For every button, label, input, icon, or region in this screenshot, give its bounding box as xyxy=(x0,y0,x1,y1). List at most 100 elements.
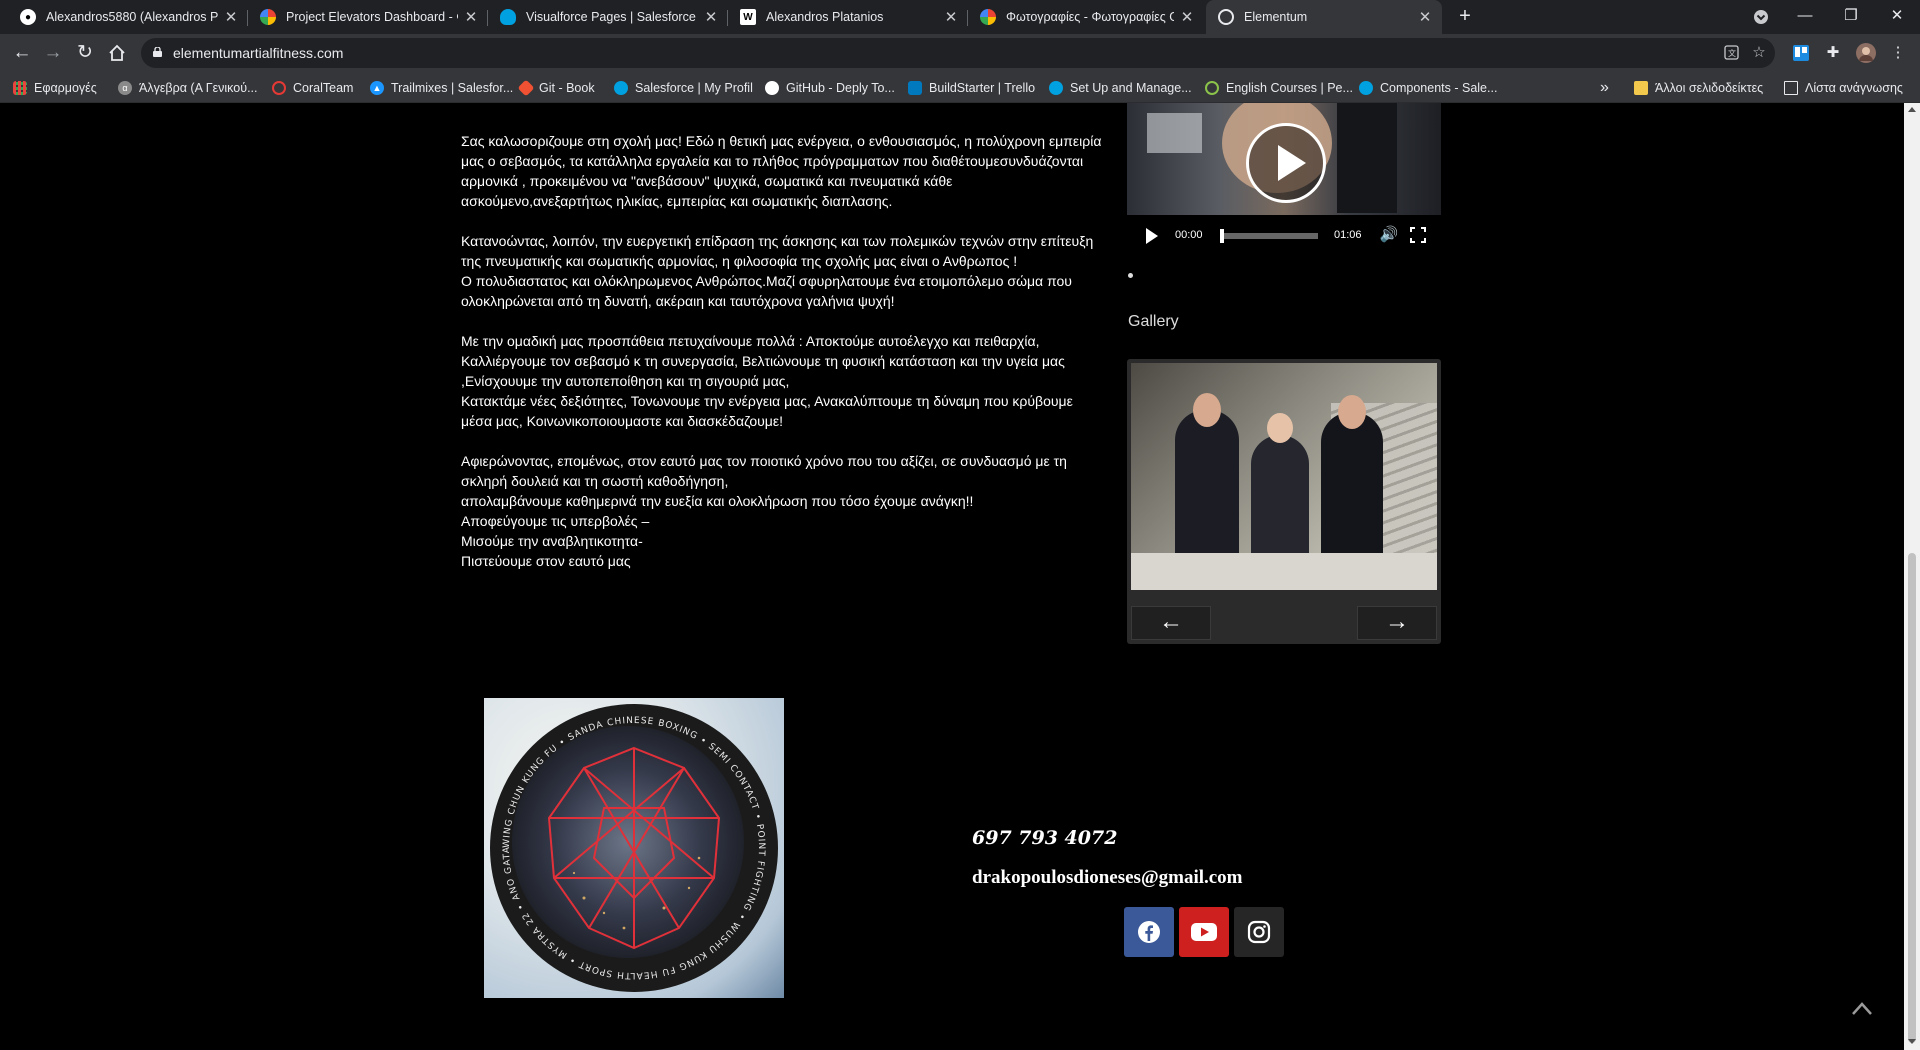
reading-list-icon xyxy=(1784,81,1798,95)
other-bookmarks-folder[interactable]: Άλλοι σελιδοδείκτες xyxy=(1634,78,1763,98)
bookmark-label: Άλγεβρα (Α Γενικού... xyxy=(139,81,258,95)
youtube-icon xyxy=(1191,923,1217,941)
seek-handle[interactable] xyxy=(1220,229,1224,243)
intro-paragraph: Με την ομαδική μας προσπάθεια πετυχαίνου… xyxy=(461,333,1073,429)
list-bullet xyxy=(1128,273,1133,278)
close-tab-icon[interactable]: ✕ xyxy=(944,8,958,26)
video-controls: 00:00 01:06 🔊 xyxy=(1127,215,1441,255)
salesforce-icon xyxy=(1359,81,1373,95)
more-bookmarks-chevron-icon[interactable]: » xyxy=(1600,78,1609,98)
google-photos-icon xyxy=(980,9,996,25)
apps-icon xyxy=(13,81,27,95)
bookmark-label: GitHub - Deply To... xyxy=(786,81,895,95)
site-icon: α xyxy=(118,81,132,95)
reading-list[interactable]: Λίστα ανάγνωσης xyxy=(1784,78,1903,98)
tab-title: Visualforce Pages | Salesforce xyxy=(526,10,696,24)
video-player[interactable]: 00:00 01:06 🔊 xyxy=(1127,103,1441,255)
tab-alexandros-platanios[interactable]: W Alexandros Platanios ✕ xyxy=(728,0,968,34)
fullscreen-icon[interactable] xyxy=(1409,226,1427,244)
minimize-icon[interactable]: — xyxy=(1782,0,1828,34)
person-figure xyxy=(1321,412,1383,560)
forward-icon[interactable]: → xyxy=(41,41,65,65)
bookmarks-bar: Εφαρμογές α Άλγεβρα (Α Γενικού... CoralT… xyxy=(0,72,1920,103)
reload-icon[interactable]: ↻ xyxy=(73,41,97,65)
wikipedia-icon: W xyxy=(740,9,756,25)
bookmark-label: Salesforce | My Profil xyxy=(635,81,753,95)
close-tab-icon[interactable]: ✕ xyxy=(224,8,238,26)
intro-paragraph: Σας καλωσοριζουμε στη σχολή μας! Εδώ η θ… xyxy=(461,133,1102,209)
salesforce-icon xyxy=(614,81,628,95)
tab-title: Φωτογραφίες - Φωτογραφίες G xyxy=(1006,10,1174,24)
contact-phone[interactable]: 697 793 4072 xyxy=(972,827,1117,849)
bookmark-setup-manage[interactable]: Set Up and Manage... xyxy=(1049,78,1192,98)
gallery-photo xyxy=(1131,363,1437,590)
salesforce-icon xyxy=(500,9,516,25)
close-tab-icon[interactable]: ✕ xyxy=(1418,8,1432,26)
scroll-down-arrow-icon[interactable] xyxy=(1908,1039,1916,1044)
url-text: elementumartialfitness.com xyxy=(173,45,344,61)
volume-icon[interactable]: 🔊 xyxy=(1379,225,1399,245)
folder-icon xyxy=(1634,81,1648,95)
current-time: 00:00 xyxy=(1175,229,1203,241)
instagram-button[interactable] xyxy=(1234,907,1284,957)
close-window-icon[interactable]: ✕ xyxy=(1874,0,1920,34)
bookmark-salesforce-profile[interactable]: Salesforce | My Profil xyxy=(614,78,753,98)
bookmark-label: Set Up and Manage... xyxy=(1070,81,1192,95)
bookmark-trailmixes[interactable]: ▲ Trailmixes | Salesfor... xyxy=(370,78,513,98)
close-tab-icon[interactable]: ✕ xyxy=(464,8,478,26)
bookmark-coralteam[interactable]: CoralTeam xyxy=(272,78,353,98)
browser-toolbar: ← → ↻ elementumartialfitness.com 文 ☆ ✚ ⋮ xyxy=(0,34,1920,72)
seek-bar[interactable] xyxy=(1220,233,1318,239)
page-scrollbar[interactable] xyxy=(1904,103,1920,1050)
new-tab-button[interactable]: + xyxy=(1454,6,1476,28)
play-overlay-icon[interactable] xyxy=(1246,123,1326,203)
bookmark-apps[interactable]: Εφαρμογές xyxy=(13,78,97,98)
scroll-up-arrow-icon[interactable] xyxy=(1908,107,1916,112)
lock-icon xyxy=(153,47,162,57)
bookmark-label: Λίστα ανάγνωσης xyxy=(1805,81,1903,95)
scrollbar-thumb[interactable] xyxy=(1908,553,1916,1043)
github-icon: ● xyxy=(20,9,36,25)
close-tab-icon[interactable]: ✕ xyxy=(704,8,718,26)
bookmark-english-courses[interactable]: English Courses | Pe... xyxy=(1205,78,1353,98)
translate-icon[interactable]: 文 xyxy=(1721,43,1741,63)
tab-search-icon[interactable] xyxy=(1738,0,1784,34)
address-bar[interactable]: elementumartialfitness.com 文 ☆ xyxy=(141,38,1775,68)
close-tab-icon[interactable]: ✕ xyxy=(1180,8,1194,26)
bookmark-label: Git - Book xyxy=(539,81,595,95)
svg-text:文: 文 xyxy=(1728,48,1736,58)
site-icon xyxy=(1205,81,1219,95)
tab-project-elevators[interactable]: Project Elevators Dashboard - Φω ✕ xyxy=(248,0,488,34)
gallery-next-button[interactable]: → xyxy=(1357,606,1437,640)
bookmark-github-deploy[interactable]: GitHub - Deply To... xyxy=(765,78,895,98)
gallery-prev-button[interactable]: ← xyxy=(1131,606,1211,640)
extensions-puzzle-icon[interactable]: ✚ xyxy=(1822,42,1844,64)
tab-github[interactable]: ● Alexandros5880 (Alexandros Plat ✕ xyxy=(8,0,248,34)
logo-emblem: WING CHUN KUNG FU • SANDA CHINESE BOXING… xyxy=(484,698,765,980)
bookmark-git-book[interactable]: Git - Book xyxy=(517,78,595,98)
table xyxy=(1131,553,1437,590)
bookmark-algebra[interactable]: α Άλγεβρα (Α Γενικού... xyxy=(118,78,258,98)
tab-title: Alexandros Platanios xyxy=(766,10,884,24)
youtube-button[interactable] xyxy=(1179,907,1229,957)
scroll-to-top-icon[interactable] xyxy=(1851,1000,1873,1016)
home-icon[interactable] xyxy=(105,41,129,65)
tab-elementum[interactable]: Elementum ✕ xyxy=(1206,0,1442,34)
menu-kebab-icon[interactable]: ⋮ xyxy=(1887,42,1909,64)
coral-icon xyxy=(272,81,286,95)
salesforce-icon xyxy=(1049,81,1063,95)
tab-photos[interactable]: Φωτογραφίες - Φωτογραφίες G ✕ xyxy=(968,0,1204,34)
gallery-slider: ← → xyxy=(1127,359,1441,644)
facebook-button[interactable] xyxy=(1124,907,1174,957)
bookmark-components[interactable]: Components - Sale... xyxy=(1359,78,1497,98)
contact-email[interactable]: drakopoulosdioneses@gmail.com xyxy=(972,867,1243,889)
tab-visualforce[interactable]: Visualforce Pages | Salesforce ✕ xyxy=(488,0,728,34)
trello-extension-icon[interactable] xyxy=(1790,42,1812,64)
restore-icon[interactable]: ❐ xyxy=(1828,0,1874,34)
school-logo: WING CHUN KUNG FU • SANDA CHINESE BOXING… xyxy=(484,698,784,998)
profile-avatar[interactable] xyxy=(1855,42,1877,64)
bookmark-star-icon[interactable]: ☆ xyxy=(1749,43,1769,63)
back-icon[interactable]: ← xyxy=(10,41,34,65)
play-icon[interactable] xyxy=(1146,228,1158,244)
bookmark-buildstarter-trello[interactable]: BuildStarter | Trello xyxy=(908,78,1035,98)
